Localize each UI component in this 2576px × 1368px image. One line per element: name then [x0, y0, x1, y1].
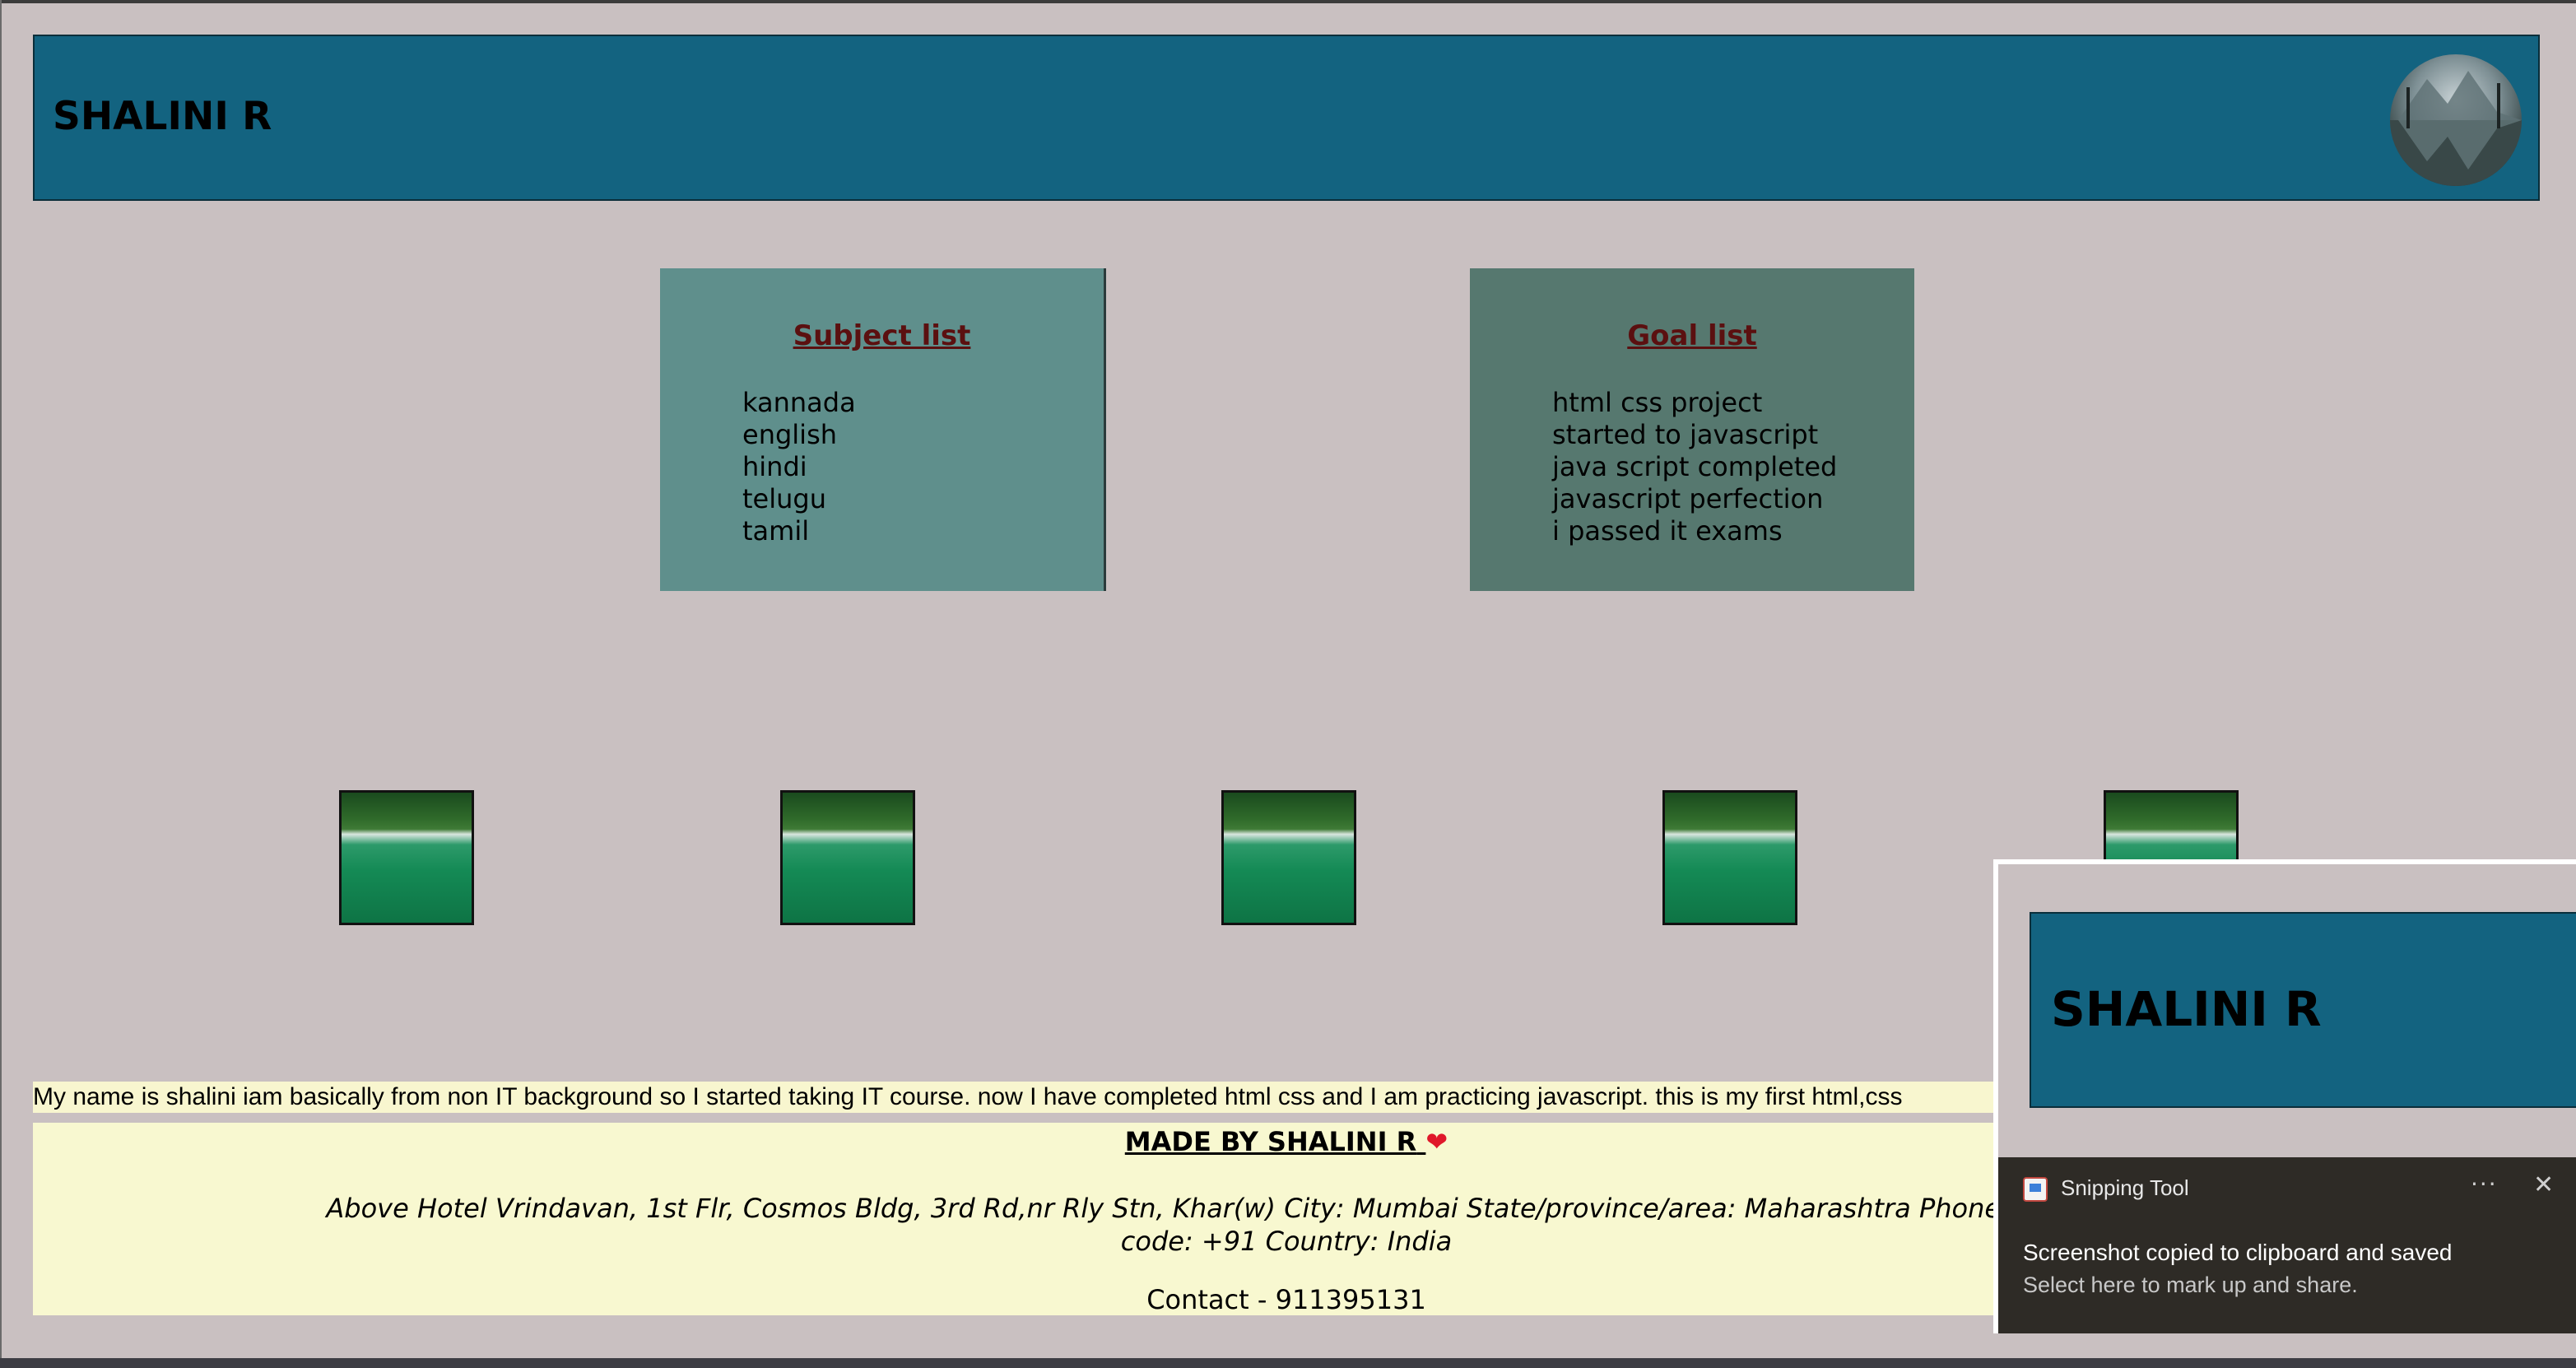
close-icon[interactable]: ✕ [2533, 1170, 2554, 1199]
snipping-tool-notification[interactable]: Snipping Tool ··· ✕ Screenshot copied to… [1993, 1157, 2576, 1333]
goal-list-card: Goal list html css project started to ja… [1470, 268, 1914, 591]
snipping-tool-icon [2023, 1177, 2048, 1202]
heart-icon: ❤ [1425, 1126, 1448, 1157]
notification-heading: Screenshot copied to clipboard and saved [2023, 1240, 2453, 1265]
subject-item: english [742, 419, 838, 450]
preview-title: SHALINI R [2051, 981, 2322, 1037]
address-line-2: code: +91 Country: India [1120, 1226, 1453, 1257]
gallery-image [1221, 790, 1356, 925]
gallery-image [339, 790, 474, 925]
subject-item: kannada [742, 387, 856, 418]
snipping-preview-thumbnail[interactable]: SHALINI R [1993, 859, 2576, 1157]
subject-item: tamil [742, 515, 810, 547]
page-footer: MADE BY SHALINI R ❤ Above Hotel Vrindava… [33, 1123, 2002, 1315]
notification-app-name: Snipping Tool [2061, 1175, 2189, 1200]
subject-list-title: Subject list [793, 319, 971, 352]
goal-item: html css project [1552, 387, 1763, 418]
bio-paragraph: My name is shalini iam basically from no… [33, 1082, 2002, 1113]
window-left-border [0, 0, 2, 1368]
footer-contact: Contact - 911395131 [1146, 1284, 1426, 1315]
taskbar-edge [0, 1358, 2576, 1368]
goal-list: html css project started to javascript j… [1552, 387, 1837, 547]
preview-header: SHALINI R [2030, 912, 2576, 1108]
footer-title-text: MADE BY SHALINI R [1124, 1126, 1417, 1157]
lake-mountain-image [2390, 71, 2522, 186]
page-title: SHALINI R [53, 94, 272, 139]
subject-list-card: Subject list kannada english hindi telug… [660, 268, 1106, 591]
footer-address: Above Hotel Vrindavan, 1st Flr, Cosmos B… [33, 1192, 2002, 1258]
goal-item: i passed it exams [1552, 515, 1783, 547]
gallery-image [780, 790, 915, 925]
profile-avatar [2390, 54, 2522, 186]
page-header: SHALINI R [33, 35, 2540, 201]
subject-item: telugu [742, 483, 826, 514]
goal-list-title: Goal list [1627, 319, 1757, 352]
address-line-1: Above Hotel Vrindavan, 1st Flr, Cosmos B… [326, 1193, 2002, 1224]
notification-body: Select here to mark up and share. [2023, 1273, 2358, 1297]
goal-item: java script completed [1552, 451, 1838, 482]
subject-list: kannada english hindi telugu tamil [742, 387, 856, 547]
gallery-image [1662, 790, 1797, 925]
subject-item: hindi [742, 451, 807, 482]
window-top-border [0, 0, 2576, 3]
footer-title: MADE BY SHALINI R ❤ [33, 1126, 2002, 1157]
goal-item: javascript perfection [1552, 483, 1824, 514]
more-options-icon[interactable]: ··· [2471, 1170, 2498, 1198]
goal-item: started to javascript [1552, 419, 1819, 450]
